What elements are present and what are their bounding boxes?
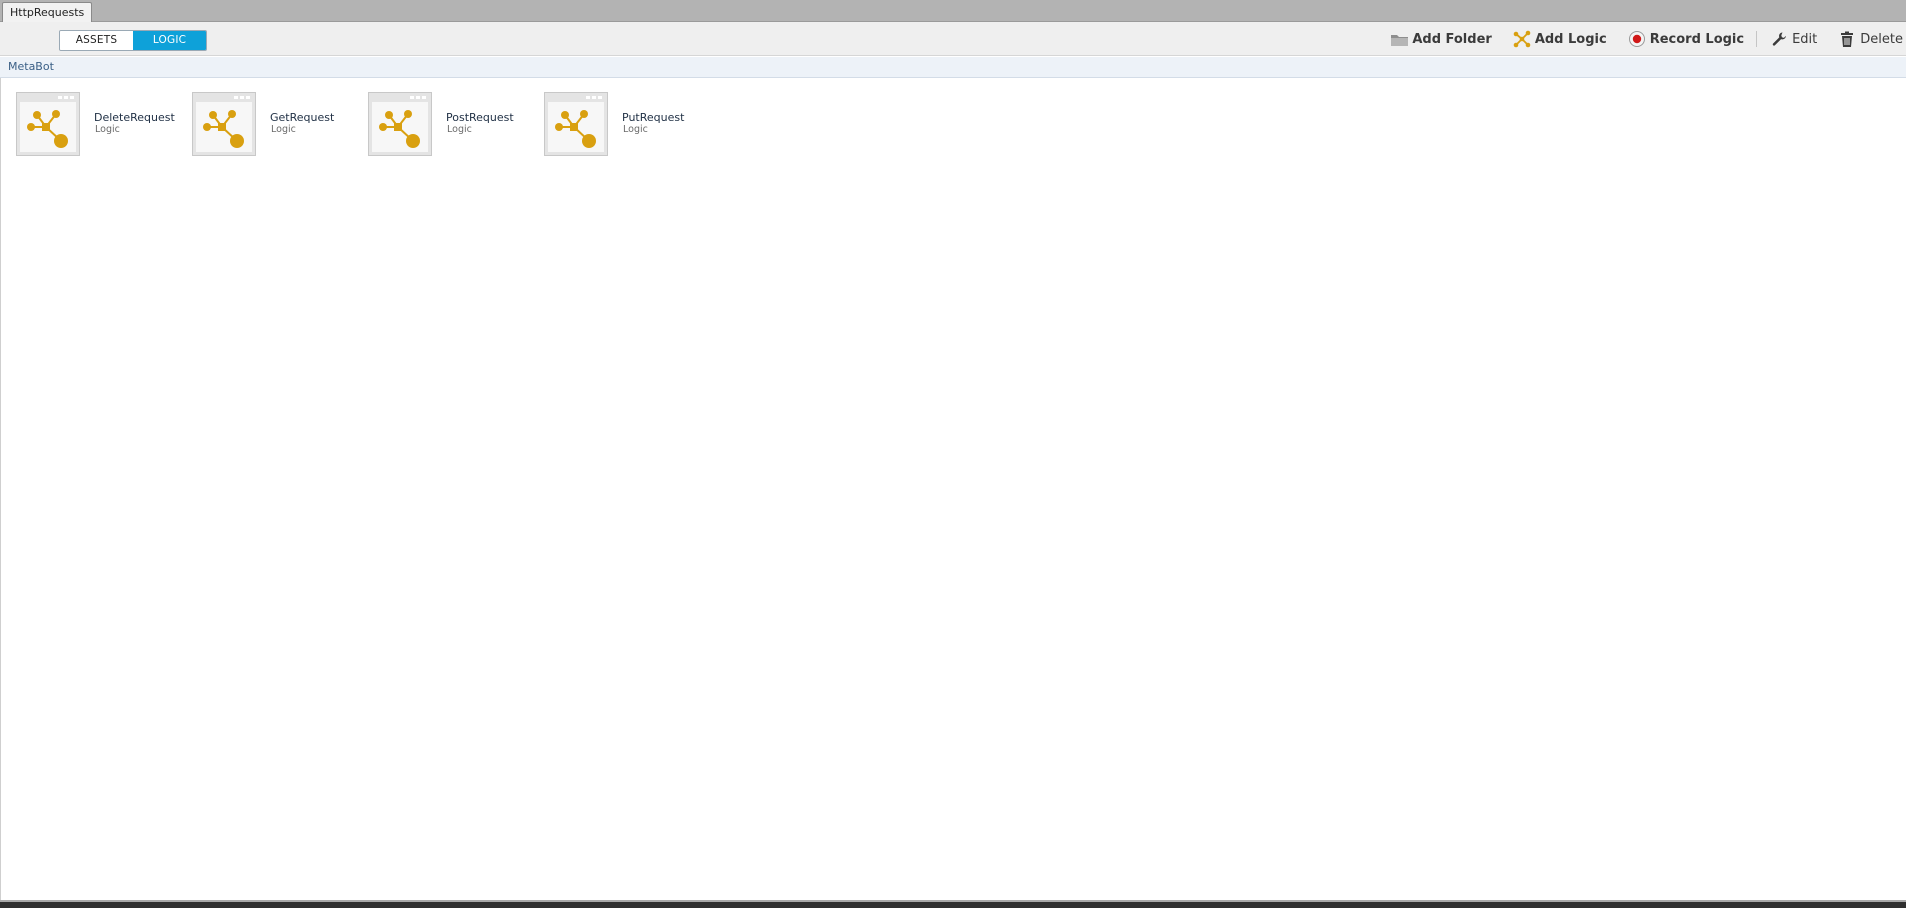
add-logic-button[interactable]: Add Logic (1512, 22, 1607, 56)
breadcrumb: MetaBot (0, 57, 1906, 78)
logic-nodes-icon (555, 110, 596, 148)
item-name: PutRequest (622, 111, 685, 124)
view-switcher: ASSETS LOGIC (59, 30, 207, 51)
add-logic-label: Add Logic (1534, 31, 1607, 47)
tab-httprequests[interactable]: HttpRequests (2, 2, 93, 22)
document-tab-strip: HttpRequests (0, 0, 1906, 22)
delete-label: Delete (1860, 31, 1903, 47)
logic-thumbnail (16, 92, 80, 156)
record-logic-button[interactable]: Record Logic (1627, 22, 1744, 56)
logic-grid: DeleteRequest Logic GetRequest Logic Pos… (0, 78, 1906, 900)
add-folder-label: Add Folder (1412, 31, 1492, 47)
edit-button[interactable]: Edit (1769, 22, 1817, 56)
toolbar-separator (1756, 31, 1758, 47)
logic-item-deleterequest[interactable]: DeleteRequest Logic (16, 92, 186, 158)
delete-button[interactable]: Delete (1837, 22, 1903, 56)
item-type: Logic (271, 124, 296, 135)
app-window: HttpRequests ASSETS LOGIC Add Folder Add… (0, 0, 1906, 908)
logic-thumbnail (368, 92, 432, 156)
record-logic-label: Record Logic (1649, 31, 1745, 47)
logic-item-postrequest[interactable]: PostRequest Logic (368, 92, 538, 158)
add-folder-button[interactable]: Add Folder (1389, 22, 1492, 56)
logic-nodes-icon (203, 110, 244, 148)
toolbar-actions: Add Folder Add Logic Record Logic Edit D… (1369, 22, 1906, 56)
trash-icon (1837, 29, 1857, 49)
item-name: GetRequest (270, 111, 335, 124)
item-name: PostRequest (446, 111, 514, 124)
toolbar: ASSETS LOGIC Add Folder Add Logic Record… (0, 22, 1906, 56)
folder-icon (1389, 29, 1409, 49)
logic-tab-button[interactable]: LOGIC (133, 31, 206, 50)
item-name: DeleteRequest (94, 111, 175, 124)
breadcrumb-metabot[interactable]: MetaBot (8, 60, 54, 73)
item-type: Logic (623, 124, 648, 135)
logic-thumbnail (544, 92, 608, 156)
status-bar (0, 900, 1906, 908)
record-icon (1627, 29, 1647, 49)
logic-thumbnail (192, 92, 256, 156)
logic-item-getrequest[interactable]: GetRequest Logic (192, 92, 362, 158)
logic-nodes-icon (1512, 29, 1532, 49)
edit-label: Edit (1792, 31, 1818, 47)
assets-tab-button[interactable]: ASSETS (60, 31, 133, 50)
logic-item-putrequest[interactable]: PutRequest Logic (544, 92, 714, 158)
item-type: Logic (95, 124, 120, 135)
wrench-icon (1769, 29, 1789, 49)
logic-nodes-icon (379, 110, 420, 148)
item-type: Logic (447, 124, 472, 135)
logic-nodes-icon (27, 110, 68, 148)
